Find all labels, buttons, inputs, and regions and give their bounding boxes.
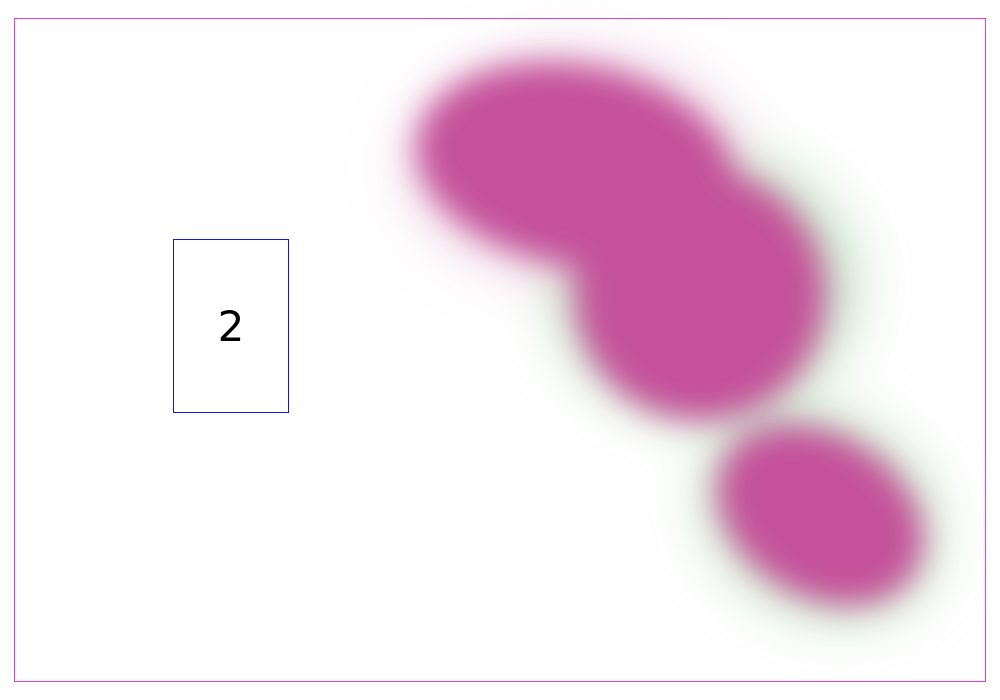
- canvas: 2: [0, 0, 1000, 700]
- label-number: 2: [217, 302, 245, 351]
- label-box: 2: [173, 239, 289, 413]
- outer-frame: [14, 18, 986, 682]
